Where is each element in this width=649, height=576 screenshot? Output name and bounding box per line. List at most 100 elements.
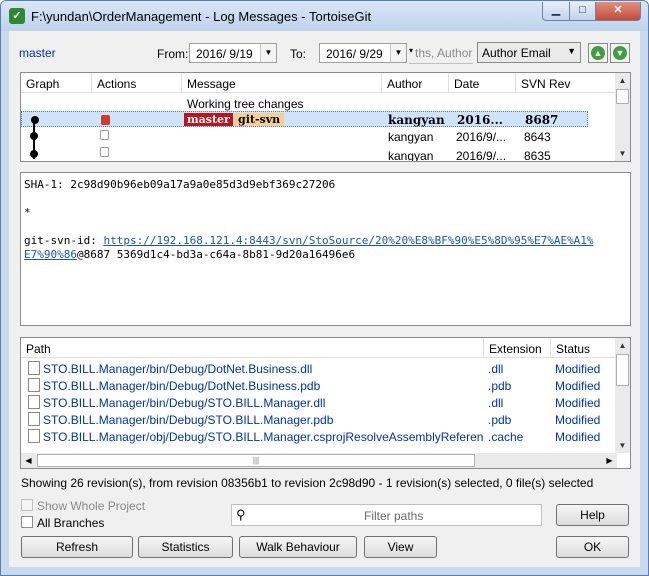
files-horizontal-scrollbar[interactable]: ◀ ||| ▶	[21, 453, 617, 468]
branch-link[interactable]: master	[19, 46, 56, 60]
to-label: To:	[290, 47, 307, 61]
list-item[interactable]: STO.BILL.Manager/obj/Debug/STO.BILL.Mana…	[21, 428, 617, 445]
list-item[interactable]: STO.BILL.Manager/bin/Debug/STO.BILL.Mana…	[21, 394, 617, 411]
ok-button[interactable]: OK	[556, 536, 629, 558]
commit-log-list[interactable]: Graph Actions Message Author Date SVN Re…	[20, 72, 631, 162]
column-header-actions[interactable]: Actions	[92, 73, 182, 93]
graph-node	[30, 150, 38, 158]
changed-files-list[interactable]: Path Extension Status STO.BILL.Manager/b…	[20, 337, 631, 469]
from-date-value: 2016/ 9/19	[196, 47, 253, 61]
statistics-button[interactable]: Statistics	[138, 536, 233, 558]
file-status: Modified	[555, 362, 601, 376]
list-item[interactable]: STO.BILL.Manager/bin/Debug/STO.BILL.Mana…	[21, 411, 617, 428]
column-header-graph[interactable]: Graph	[21, 73, 92, 93]
help-button[interactable]: Help	[556, 504, 629, 526]
table-row[interactable]: kangyan 2016/9/... 8635	[21, 145, 617, 162]
file-status: Modified	[555, 430, 601, 444]
svn-rev-cell: 8687	[525, 113, 559, 127]
to-date-picker[interactable]: 2016/ 9/29 ▼	[319, 43, 407, 63]
commit-message-pane[interactable]: SHA-1: 2c98d90b96eb09a17a9a0e85d3d9ebf36…	[20, 172, 631, 326]
filter-by-select[interactable]: Author Email ▼	[477, 42, 581, 63]
search-input[interactable]: ▾ ths, Authors	[409, 43, 473, 64]
table-row[interactable]: kangyan 2016/9/... 8643	[21, 128, 617, 145]
close-button[interactable]: ✕	[595, 2, 641, 21]
file-status: Modified	[555, 396, 601, 410]
svn-rev-cell: 8635	[524, 149, 551, 162]
file-extension: .pdb	[488, 413, 512, 427]
from-date-picker[interactable]: 2016/ 9/19 ▼	[189, 43, 277, 63]
scroll-up-icon[interactable]: ▲	[615, 73, 630, 88]
list-item[interactable]: STO.BILL.Manager/bin/Debug/DotNet.Busine…	[21, 377, 617, 394]
file-path: STO.BILL.Manager/bin/Debug/STO.BILL.Mana…	[43, 396, 326, 410]
file-extension: .dll	[488, 396, 504, 410]
column-header-extension[interactable]: Extension	[484, 338, 551, 358]
svn-id-line-2: E7%90%86@8687 5369d1c4-bd3a-c64a-8b81-9d…	[24, 248, 355, 261]
title-bar[interactable]: ✓ F:\yundan\OrderManagement - Log Messag…	[1, 1, 648, 31]
chevron-down-icon[interactable]: ▼	[390, 44, 406, 62]
pdb-file-icon	[28, 378, 40, 392]
date-cell: 2016/9/...	[456, 149, 507, 162]
maximize-button[interactable]: □	[569, 2, 596, 21]
next-page-button[interactable]: ▼	[610, 43, 630, 63]
arrow-up-icon: ▲	[591, 46, 605, 60]
column-header-message[interactable]: Message	[182, 73, 382, 93]
file-extension: .dll	[488, 362, 504, 376]
list-item[interactable]: STO.BILL.Manager/bin/Debug/DotNet.Busine…	[21, 360, 617, 377]
cache-file-icon	[28, 429, 40, 443]
column-header-date[interactable]: Date	[449, 73, 516, 93]
show-whole-project-label: Show Whole Project	[37, 499, 146, 513]
dialog-client-area: master From: 2016/ 9/19 ▼ To: 2016/ 9/29…	[9, 31, 640, 567]
svn-id-line: git-svn-id: https://192.168.121.4:8443/s…	[24, 234, 594, 247]
show-whole-project-checkbox[interactable]	[21, 499, 33, 511]
scroll-down-icon[interactable]: ▼	[615, 146, 630, 161]
column-header-author[interactable]: Author	[382, 73, 449, 93]
file-status: Modified	[555, 379, 601, 393]
message-cell: Working tree changes	[187, 97, 304, 111]
file-path: STO.BILL.Manager/obj/Debug/STO.BILL.Mana…	[43, 430, 483, 444]
svn-url-link[interactable]: https://192.168.121.4:8443/svn/StoSource…	[103, 234, 593, 247]
author-cell: kangyan	[388, 130, 434, 144]
dll-file-icon	[28, 395, 40, 409]
chevron-down-icon[interactable]: ▼	[260, 44, 276, 62]
tag-master: master	[184, 113, 233, 126]
previous-page-button[interactable]: ▲	[588, 43, 608, 63]
svn-url-link-continued[interactable]: E7%90%86	[24, 248, 77, 261]
table-row[interactable]: Working tree changes	[21, 94, 617, 111]
column-header-path[interactable]: Path	[21, 338, 484, 358]
status-text: Showing 26 revision(s), from revision 08…	[21, 476, 594, 490]
filter-by-value: Author Email	[482, 46, 551, 60]
column-header-svn-rev[interactable]: SVN Rev	[516, 73, 617, 93]
window-title: F:\yundan\OrderManagement - Log Messages…	[31, 9, 372, 24]
svn-id-rest: @8687 5369d1c4-bd3a-c64a-8b81-9d20a16496…	[76, 248, 356, 261]
refresh-button[interactable]: Refresh	[21, 536, 133, 558]
scrollbar-thumb[interactable]	[616, 354, 629, 386]
scroll-up-icon[interactable]: ▲	[615, 338, 630, 353]
filter-paths-input[interactable]: ⚲ Filter paths	[231, 504, 542, 526]
horizontal-scrollbar-thumb[interactable]: |||	[37, 454, 475, 467]
svn-rev-cell: 8643	[524, 130, 551, 144]
files-list-scrollbar[interactable]: ▲ ▼	[615, 338, 630, 453]
from-label: From:	[157, 47, 189, 61]
chevron-down-icon: ▼	[567, 46, 576, 56]
file-status: Modified	[555, 413, 601, 427]
author-cell: kangyan	[388, 113, 445, 127]
scroll-left-icon[interactable]: ◀	[21, 453, 36, 468]
search-placeholder: ths, Authors	[415, 46, 473, 60]
scroll-right-icon[interactable]: ▶	[602, 453, 617, 468]
view-button[interactable]: View	[364, 536, 437, 558]
svn-id-label: git-svn-id:	[24, 234, 104, 247]
walk-behaviour-button[interactable]: Walk Behaviour	[239, 536, 357, 558]
minimize-button[interactable]: ▁	[542, 2, 570, 21]
scroll-down-icon[interactable]: ▼	[615, 438, 630, 453]
to-date-value: 2016/ 9/29	[326, 47, 383, 61]
tortoisegit-app-icon: ✓	[9, 8, 25, 24]
column-header-status[interactable]: Status	[551, 338, 617, 358]
all-branches-label: All Branches	[37, 516, 105, 530]
scrollbar-thumb[interactable]	[616, 89, 629, 104]
file-path: STO.BILL.Manager/bin/Debug/STO.BILL.Mana…	[43, 413, 334, 427]
message-body: *	[24, 206, 31, 219]
log-list-scrollbar[interactable]: ▲ ▼	[615, 73, 630, 161]
all-branches-checkbox[interactable]	[21, 516, 33, 528]
table-row-selected[interactable]: master git-svn kangyan 2016... 8687	[21, 111, 588, 127]
file-path: STO.BILL.Manager/bin/Debug/DotNet.Busine…	[43, 379, 321, 393]
